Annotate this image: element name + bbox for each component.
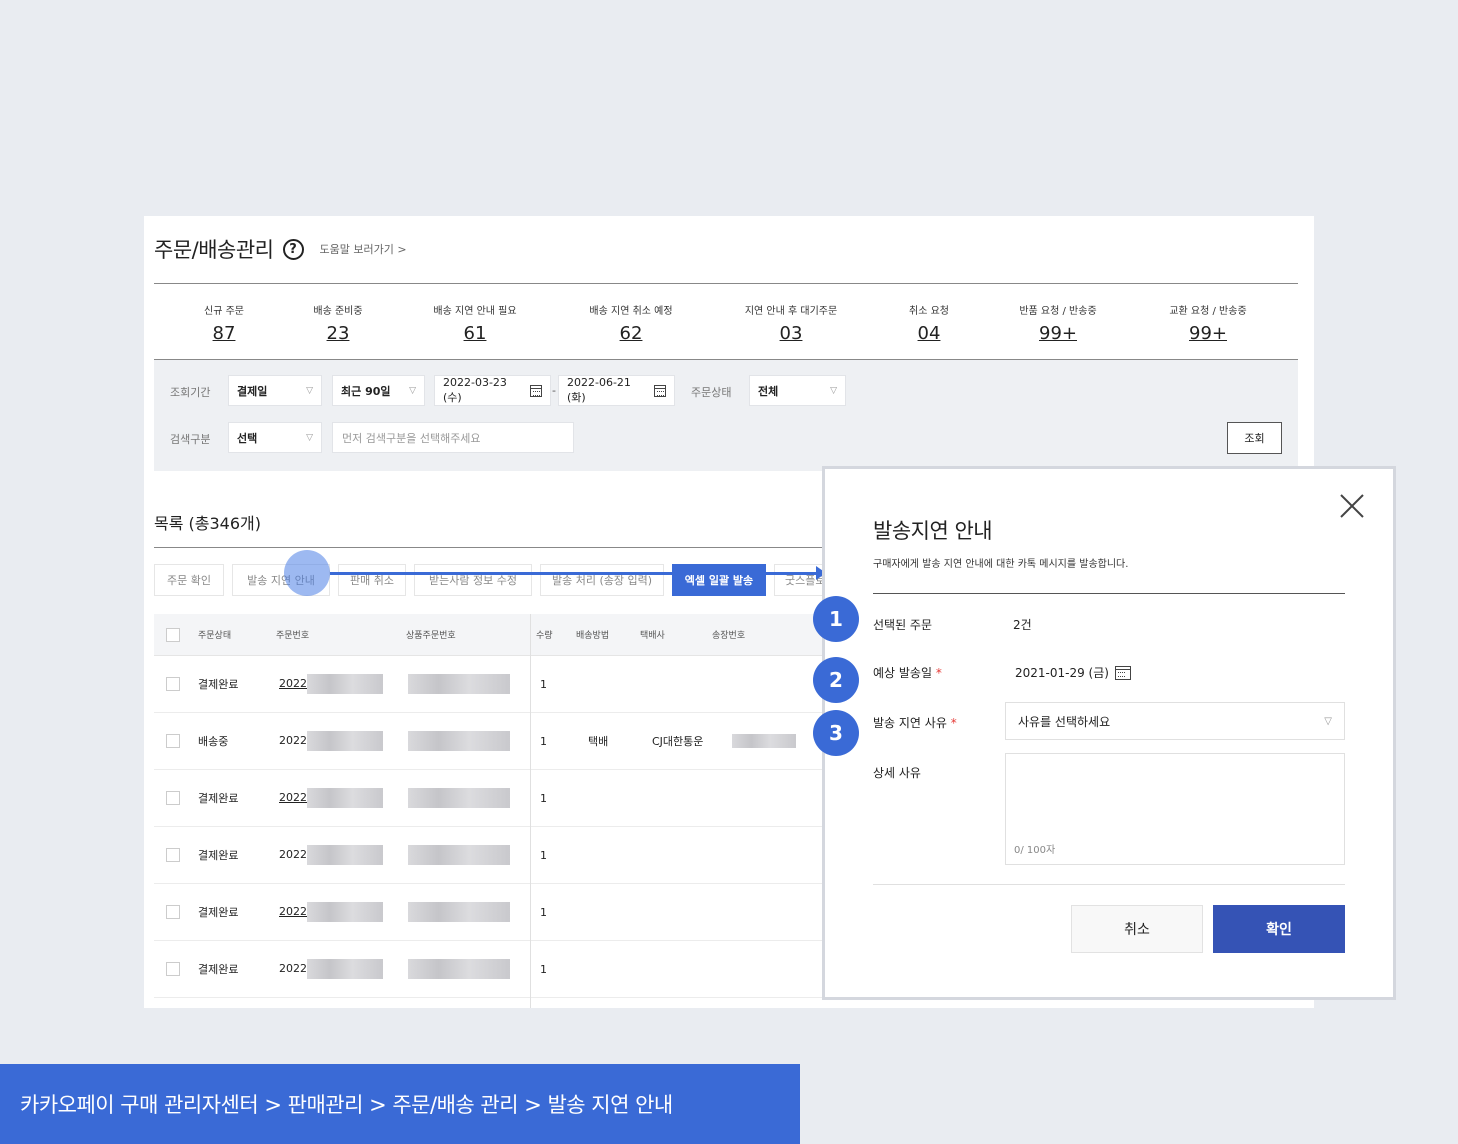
stat-delay-cancel-scheduled[interactable]: 배송 지연 취소 예정 62 [568,302,694,344]
order-table: 주문상태 주문번호 상품주문번호 수량 배송방법 택배사 송장번호 결제완료 2… [154,614,834,998]
list-title: 목록 (총346개) [154,514,261,533]
help-icon[interactable]: ? [282,238,304,260]
arrow-line [330,572,820,575]
date-to-picker[interactable]: 2022-06-21 (화) [558,375,675,406]
tab-sale-cancel[interactable]: 판매 취소 [338,564,406,596]
page-title: 주문/배송관리 [154,238,274,262]
delay-reason-label: 발송 지연 사유 * [873,716,957,730]
required-mark: * [935,666,942,680]
stat-cancel-request[interactable]: 취소 요청 04 [888,302,970,344]
stat-delay-notice-needed[interactable]: 배송 지연 안내 필요 61 [382,302,568,344]
period-type-select[interactable]: 결제일 ▽ [228,375,322,406]
stat-new-orders[interactable]: 신규 주문 87 [154,302,294,344]
help-link[interactable]: 도움말 보러가기 > [320,241,407,257]
chevron-down-icon: ▽ [306,432,313,443]
stat-return-request[interactable]: 반품 요청 / 반송중 99+ [970,302,1146,344]
table-row[interactable]: 배송중 2022 1 택배 CJ대한통운 [154,713,834,770]
stat-preparing[interactable]: 배송 준비중 23 [294,302,382,344]
chevron-down-icon: ▽ [830,385,837,396]
stat-exchange-request[interactable]: 교환 요청 / 반송중 99+ [1146,302,1270,344]
tab-ship-process[interactable]: 발송 처리 (송장 입력) [540,564,664,596]
row-checkbox[interactable] [166,962,180,976]
row-checkbox[interactable] [166,791,180,805]
row-checkbox[interactable] [166,734,180,748]
title-row: 주문/배송관리 ? 도움말 보러가기 > [154,234,407,264]
ship-date-picker[interactable]: 2021-01-29 (금) [1015,664,1131,681]
search-label: 검색구분 [170,433,211,446]
period-label: 조회기간 [170,386,211,399]
detail-reason-textarea[interactable]: 0/ 100자 [1005,753,1345,865]
tracking-number [732,734,796,748]
table-row[interactable]: 결제완료 2022 1 [154,827,834,884]
date-from-picker[interactable]: 2022-03-23 (수) [434,375,551,406]
table-header: 주문상태 주문번호 상품주문번호 수량 배송방법 택배사 송장번호 [154,614,834,656]
select-all-checkbox[interactable] [166,627,180,642]
period-range-select[interactable]: 최근 90일 ▽ [332,375,425,406]
cancel-button[interactable]: 취소 [1071,905,1203,953]
calendar-icon[interactable] [1114,665,1131,680]
step-badge-3: 3 [813,710,859,756]
row-checkbox[interactable] [166,848,180,862]
modal-title: 발송지연 안내 [873,519,993,543]
step-badge-2: 2 [813,657,859,703]
close-icon[interactable] [1337,491,1367,521]
calendar-icon[interactable] [529,384,542,397]
selected-order-label: 선택된 주문 [873,618,933,632]
confirm-button[interactable]: 확인 [1213,905,1345,953]
chevron-down-icon: ▽ [409,385,416,396]
status-label: 주문상태 [691,386,732,399]
search-input[interactable]: 먼저 검색구분을 선택해주세요 [332,422,574,453]
delay-notice-modal: 발송지연 안내 구매자에게 발송 지연 안내에 대한 카톡 메시지를 발송합니다… [822,466,1396,1000]
tab-excel-bulk-ship[interactable]: 엑셀 일괄 발송 [672,564,766,596]
table-row[interactable]: 결제완료 2022 1 [154,656,834,713]
filter-box: 조회기간 결제일 ▽ 최근 90일 ▽ 2022-03-23 (수) - 2022-… [154,359,1298,471]
chevron-down-icon: ▽ [306,385,313,396]
divider [154,283,1298,284]
divider [873,884,1345,885]
tab-edit-receiver[interactable]: 받는사람 정보 수정 [414,564,532,596]
column-divider [530,614,531,1008]
calendar-icon[interactable] [653,384,666,397]
char-count: 0/ 100자 [1014,845,1056,856]
divider [873,593,1345,594]
delay-reason-select[interactable]: 사유를 선택하세요 ▽ [1005,702,1345,740]
search-button[interactable]: 조회 [1227,422,1282,454]
date-separator: - [552,384,556,397]
row-checkbox[interactable] [166,677,180,691]
detail-reason-label: 상세 사유 [873,766,921,780]
stat-waiting-after-notice[interactable]: 지연 안내 후 대기주문 03 [694,302,888,344]
stats-bar: 신규 주문 87 배송 준비중 23 배송 지연 안내 필요 61 배송 지연 … [154,302,1298,344]
status-select[interactable]: 전체 ▽ [749,375,846,406]
modal-subtitle: 구매자에게 발송 지연 안내에 대한 카톡 메시지를 발송합니다. [873,559,1129,570]
chevron-down-icon: ▽ [1324,715,1332,727]
required-mark: * [950,716,957,730]
tab-order-confirm[interactable]: 주문 확인 [154,564,224,596]
table-row[interactable]: 결제완료 2022 1 [154,941,834,998]
click-highlight [284,550,330,596]
table-row[interactable]: 결제완료 2022 1 [154,884,834,941]
search-type-select[interactable]: 선택 ▽ [228,422,322,453]
ship-date-label: 예상 발송일 * [873,666,942,680]
action-tabs: 주문 확인 발송 지연 안내 판매 취소 받는사람 정보 수정 발송 처리 (송… [154,564,844,596]
row-checkbox[interactable] [166,905,180,919]
selected-order-value: 2건 [1013,618,1032,632]
table-row[interactable]: 결제완료 2022 1 [154,770,834,827]
breadcrumb-banner: 카카오페이 구매 관리자센터 > 판매관리 > 주문/배송 관리 > 발송 지연… [0,1064,800,1144]
step-badge-1: 1 [813,596,859,642]
